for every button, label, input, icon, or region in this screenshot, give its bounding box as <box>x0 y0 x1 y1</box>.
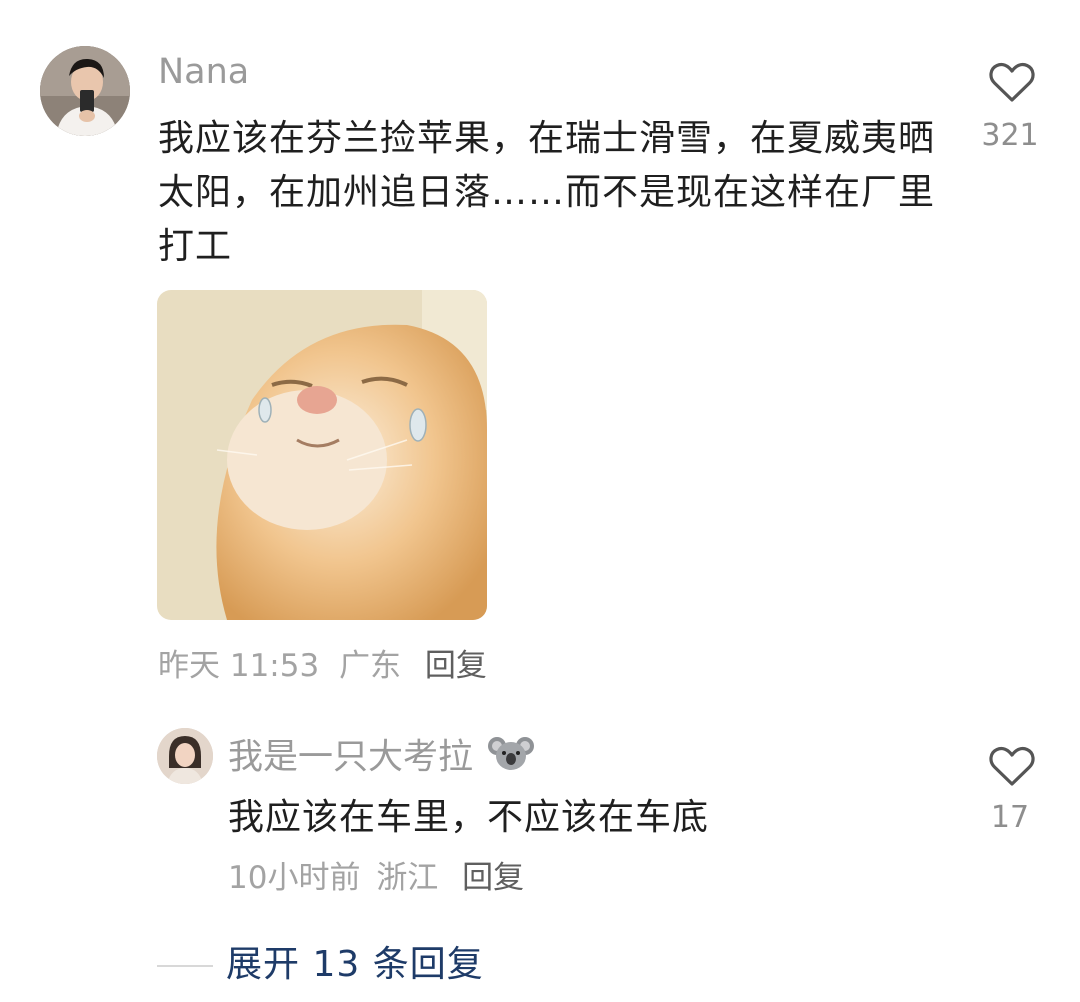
heart-icon[interactable] <box>986 740 1038 792</box>
reply-meta: 10小时前 浙江 回复 <box>228 858 524 898</box>
heart-icon[interactable] <box>986 56 1038 108</box>
username[interactable]: Nana <box>158 52 249 92</box>
reply-button[interactable]: 回复 <box>462 860 524 896</box>
location: 广东 <box>339 648 402 684</box>
comment-text: 我应该在芬兰捡苹果，在瑞士滑雪，在夏威夷晒太阳，在加州追日落……而不是现在这样在… <box>158 118 936 267</box>
reply-location: 浙江 <box>376 860 439 896</box>
reply-username[interactable]: 我是一只大考拉 <box>228 734 535 783</box>
avatar[interactable] <box>40 46 130 136</box>
koala-emoji-icon <box>488 734 535 783</box>
reply-avatar[interactable] <box>157 728 213 784</box>
reply-button[interactable]: 回复 <box>425 648 487 684</box>
reply-text: 我应该在车里，不应该在车底 <box>228 797 710 838</box>
reply-like-count: 17 <box>990 800 1030 835</box>
expand-replies-button[interactable]: 展开 13 条回复 <box>226 940 484 990</box>
comment-meta: 昨天 11:53 广东 回复 <box>158 646 487 686</box>
timestamp: 昨天 11:53 <box>158 648 320 684</box>
like-count: 321 <box>981 118 1039 153</box>
crying-cat-sticker[interactable] <box>157 290 487 620</box>
divider <box>157 965 213 967</box>
reply-timestamp: 10小时前 <box>228 860 361 896</box>
